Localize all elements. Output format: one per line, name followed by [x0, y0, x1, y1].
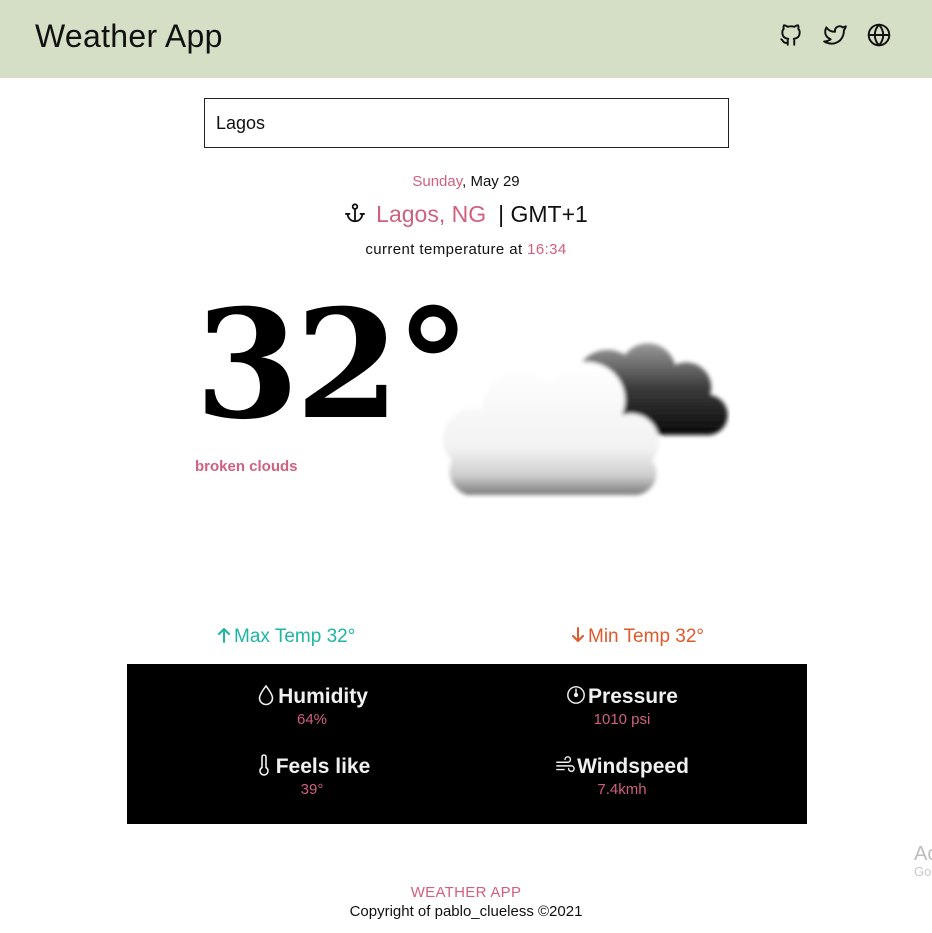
- weather-description: broken clouds: [195, 458, 298, 475]
- app-header: Weather App: [0, 0, 932, 78]
- windspeed-label: Windspeed: [577, 755, 689, 778]
- min-temp: Min Temp 32°: [571, 626, 704, 648]
- anchor-icon: [345, 203, 366, 223]
- gauge-icon: [567, 686, 585, 704]
- weather-details-panel: Humidity 64% Pressure 1010 psi Feels lik…: [127, 664, 807, 824]
- humidity-label: Humidity: [278, 685, 368, 708]
- wind-icon: [556, 756, 575, 773]
- feels-like-value: 39°: [300, 781, 324, 798]
- ad-fragment-line2: Go: [914, 864, 932, 879]
- arrow-down-icon: [572, 627, 584, 642]
- broken-clouds-icon: [443, 343, 728, 496]
- github-icon[interactable]: [778, 22, 804, 48]
- droplet-icon: [258, 684, 274, 706]
- current-prefix: current temperature at: [365, 241, 528, 258]
- header-icon-links: [778, 22, 892, 48]
- globe-icon[interactable]: [866, 22, 892, 48]
- pressure-value: 1010 psi: [593, 711, 651, 728]
- max-temp: Max Temp 32°: [217, 626, 355, 648]
- location-city: Lagos, NG: [376, 201, 487, 227]
- thermometer-icon: [258, 754, 269, 776]
- temperature-value: 32°: [195, 277, 471, 453]
- min-temp-label: Min Temp 32°: [588, 626, 705, 647]
- current-time: 16:34: [527, 241, 567, 258]
- app-title: Weather App: [35, 18, 223, 54]
- humidity-value: 64%: [296, 711, 328, 728]
- twitter-icon[interactable]: [822, 22, 848, 48]
- pressure-label: Pressure: [588, 685, 678, 708]
- city-search-input[interactable]: [204, 98, 729, 148]
- location-timezone: | GMT+1: [498, 201, 588, 227]
- detail-humidity: Humidity 64%: [237, 684, 387, 728]
- detail-windspeed: Windspeed 7.4kmh: [537, 754, 707, 798]
- date-text: , May 29: [462, 173, 520, 190]
- current-temperature-line: current temperature at 16:34: [0, 241, 932, 258]
- day-name: Sunday: [412, 173, 463, 190]
- ad-fragment: Ac Go: [914, 843, 932, 879]
- ad-fragment-line1: Ac: [914, 843, 932, 865]
- date-line: Sunday, May 29: [0, 173, 932, 190]
- feels-like-label: Feels like: [275, 755, 371, 778]
- max-temp-label: Max Temp 32°: [234, 626, 356, 647]
- detail-feels-like: Feels like 39°: [237, 754, 387, 798]
- detail-pressure: Pressure 1010 psi: [547, 684, 697, 728]
- footer-copyright: Copyright of pablo_clueless ©2021: [349, 903, 583, 920]
- location-line: Lagos, NG | GMT+1: [0, 201, 932, 228]
- footer-title: WEATHER APP: [410, 884, 522, 901]
- arrow-up-icon: [218, 628, 230, 643]
- windspeed-value: 7.4kmh: [597, 781, 647, 798]
